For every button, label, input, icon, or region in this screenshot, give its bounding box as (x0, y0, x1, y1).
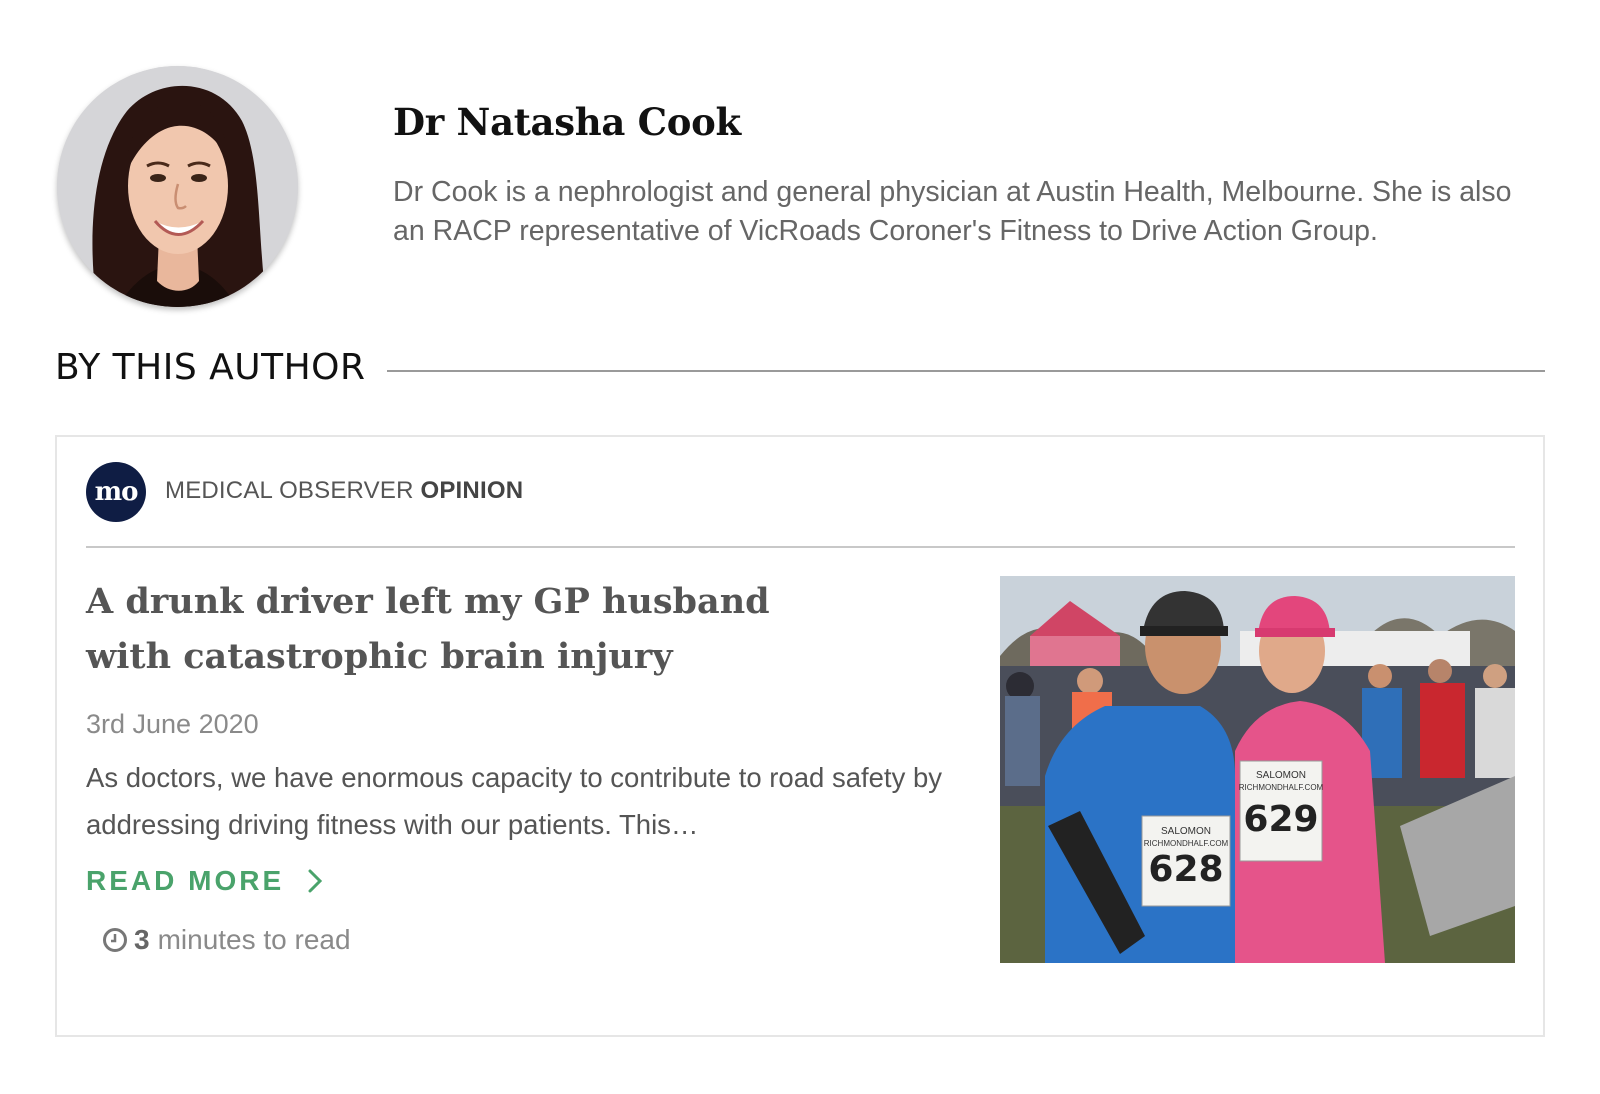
section-title: BY THIS AUTHOR (55, 347, 366, 388)
section-divider (387, 370, 1545, 372)
bib-site-text-2: RICHMONDHALF.COM (1239, 783, 1324, 792)
author-avatar (57, 66, 298, 307)
article-excerpt: As doctors, we have enormous capacity to… (86, 762, 943, 840)
brand-category: OPINION (420, 477, 524, 504)
read-time: 3 minutes to read (102, 924, 351, 956)
author-bio: Dr Cook is a nephrologist and general ph… (393, 176, 1512, 247)
article-photo-image: SALOMON RICHMONDHALF.COM 628 SALOMON RIC… (1000, 576, 1515, 963)
card-divider (86, 546, 1515, 548)
article-title-link[interactable]: A drunk driver left my GP husband with c… (86, 574, 846, 684)
read-time-value: 3 (134, 924, 150, 955)
read-more-link[interactable]: READ MORE (86, 865, 324, 897)
bib-brand-text: SALOMON (1161, 826, 1211, 837)
article-date: 3rd June 2020 (86, 709, 259, 739)
bib-brand-text-2: SALOMON (1256, 770, 1306, 781)
brand-name: MEDICAL OBSERVER (165, 477, 414, 504)
bib-number-629: 629 (1243, 799, 1318, 840)
brand-logo-icon: mo (86, 462, 146, 522)
read-more-label: READ MORE (86, 865, 285, 896)
brand-label: MEDICAL OBSERVER OPINION (165, 477, 523, 505)
clock-icon (103, 928, 127, 952)
bib-site-text: RICHMONDHALF.COM (1144, 839, 1229, 848)
author-portrait-image (57, 66, 298, 307)
article-card[interactable]: mo MEDICAL OBSERVER OPINION A drunk driv… (55, 435, 1545, 1037)
author-name: Dr Natasha Cook (393, 100, 741, 144)
chevron-right-icon (308, 869, 323, 893)
bib-number-628: 628 (1148, 849, 1223, 890)
read-time-label: minutes to read (157, 924, 351, 955)
article-photo[interactable]: SALOMON RICHMONDHALF.COM 628 SALOMON RIC… (1000, 576, 1515, 963)
